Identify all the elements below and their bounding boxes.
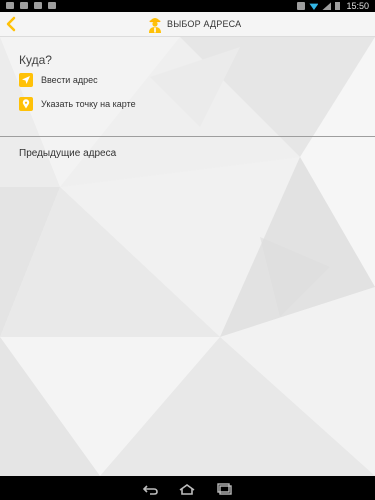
- header-title-group: ВЫБОР АДРЕСА: [147, 15, 241, 33]
- system-nav-bar: [0, 476, 375, 500]
- pick-on-map-label: Указать точку на карте: [41, 99, 136, 109]
- previous-addresses-heading: Предыдущие адреса: [19, 148, 117, 159]
- where-heading: Куда?: [19, 53, 52, 67]
- system-icons: 15:50: [297, 1, 369, 11]
- battery-icon: [335, 2, 341, 10]
- image-icon: [34, 2, 42, 9]
- pick-on-map-option[interactable]: Указать точку на карте: [19, 97, 136, 111]
- download-icon: [48, 2, 56, 9]
- app-header: ВЫБОР АДРЕСА: [0, 12, 375, 37]
- signal-icon: [322, 2, 332, 10]
- nav-home-button[interactable]: [177, 482, 197, 495]
- enter-address-option[interactable]: Ввести адрес: [19, 73, 98, 87]
- back-icon: [142, 485, 158, 495]
- wifi-icon: [309, 3, 319, 10]
- home-icon: [179, 484, 195, 495]
- gmail-icon: [20, 2, 28, 9]
- map-pin-icon: [19, 97, 33, 111]
- alarm-icon: [297, 2, 306, 10]
- recent-apps-icon: [217, 483, 232, 495]
- status-bar: 15:50: [0, 0, 375, 12]
- notification-icons: [6, 2, 56, 9]
- section-divider: [0, 136, 375, 137]
- navigation-arrow-icon: [19, 73, 33, 87]
- address-selection: Куда? Ввести адрес Указать точку на карт…: [0, 37, 375, 476]
- nav-recent-button[interactable]: [214, 482, 234, 495]
- back-button[interactable]: [4, 16, 18, 32]
- driver-icon: [149, 18, 161, 33]
- nav-back-button[interactable]: [140, 482, 160, 495]
- screenshot-icon: [6, 2, 14, 9]
- clock: 15:50: [346, 1, 369, 11]
- page-title: ВЫБОР АДРЕСА: [167, 19, 242, 29]
- chevron-left-icon: [6, 16, 16, 32]
- enter-address-label: Ввести адрес: [41, 75, 98, 85]
